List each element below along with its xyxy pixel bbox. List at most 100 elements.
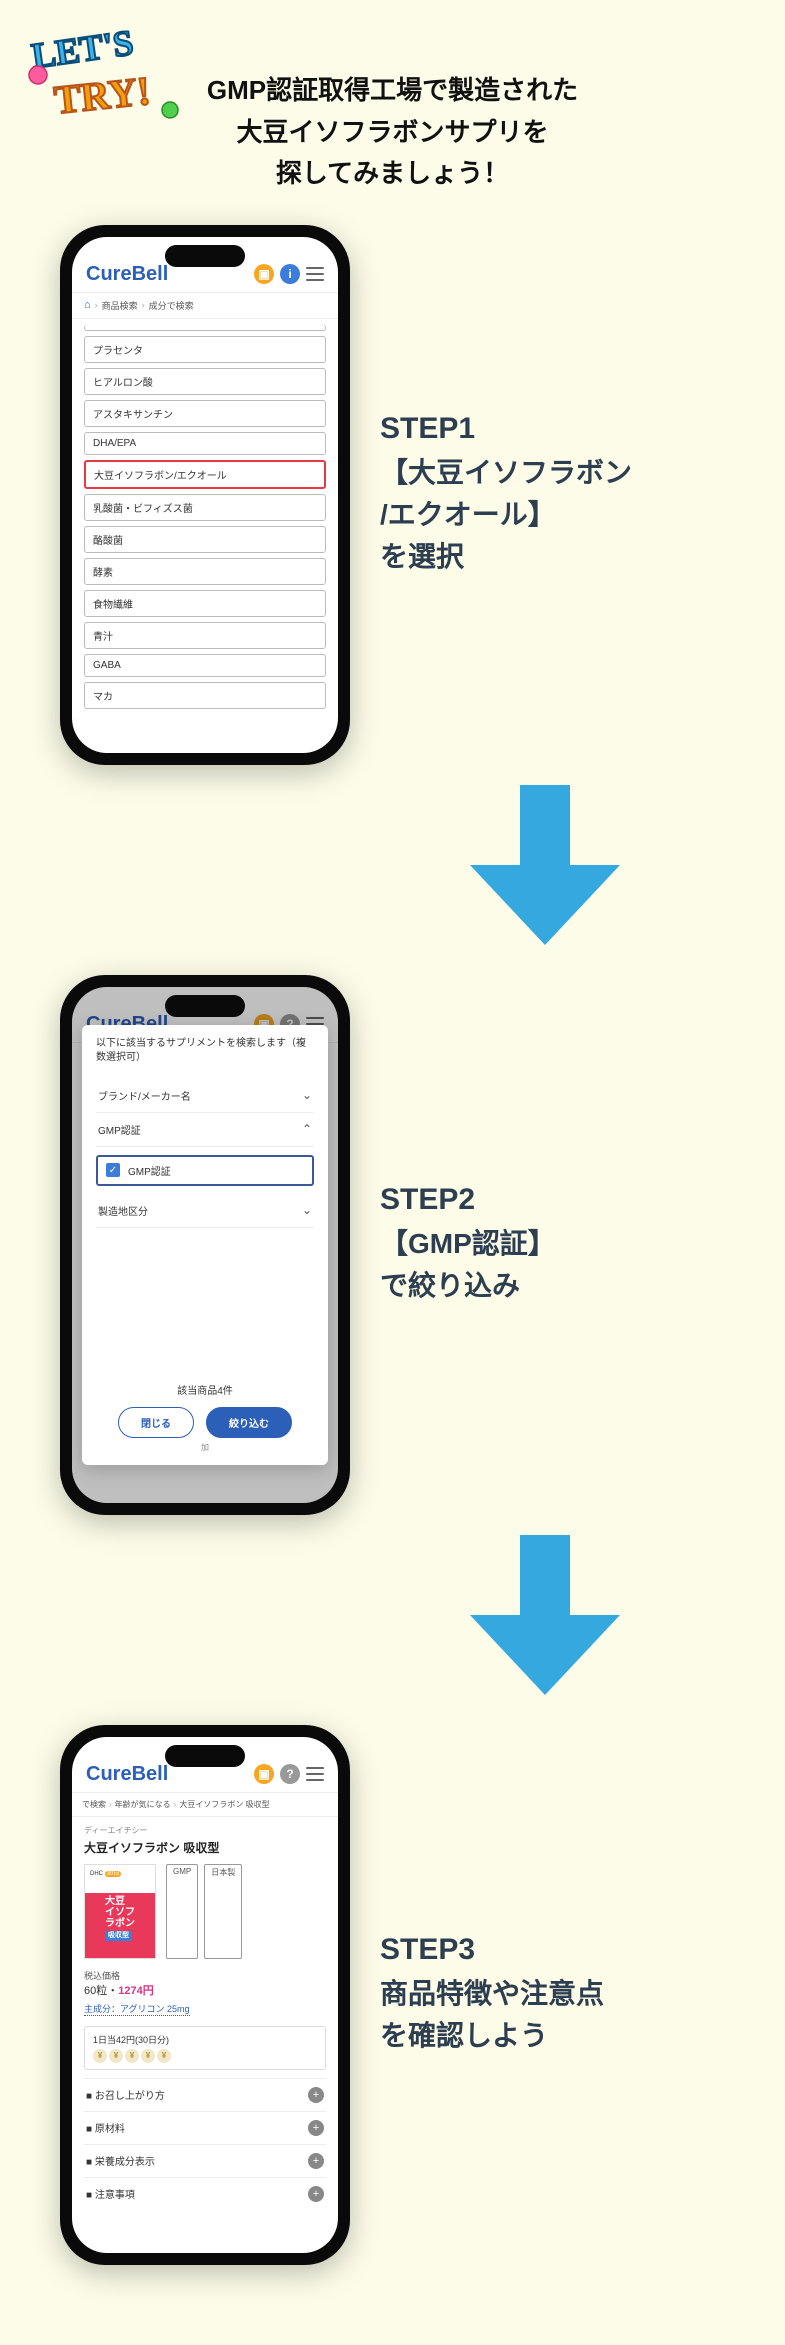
phone-notch: [165, 245, 245, 267]
made-in-japan-badge: 日本製: [204, 1864, 242, 1959]
plus-icon: +: [308, 2153, 324, 2169]
arrow-down-icon: [470, 785, 620, 945]
app-logo[interactable]: CureBell: [86, 1763, 168, 1786]
list-item[interactable]: DHA/EPA: [84, 432, 326, 455]
modal-subtext: 加: [96, 1442, 314, 1453]
step3-text: STEP3 商品特徴や注意点 を確認しよう: [380, 1933, 755, 2057]
bc-item[interactable]: 成分で検索: [149, 299, 194, 312]
menu-icon[interactable]: [306, 267, 324, 281]
home-icon[interactable]: ⌂: [84, 299, 91, 311]
product-brand: ディーエイチシー: [84, 1825, 326, 1836]
ingredient-list: プラセンタ ヒアルロン酸 アスタキサンチン DHA/EPA 大豆イソフラボン/エ…: [72, 319, 338, 715]
product-image[interactable]: DHC 30日 大豆 イソフ ラボン 吸収型: [84, 1864, 156, 1959]
chevron-down-icon: ⌄: [302, 1203, 312, 1217]
filter-modal: 以下に該当するサプリメントを検索します（複数選択可） ブランド/メーカー名 ⌄ …: [82, 1025, 328, 1465]
phone-mockup-3: CureBell ▣ ? で検索› 年齢が気になる› 大豆イソフラボン 吸収型 …: [60, 1725, 350, 2265]
step-label: STEP3: [380, 1933, 755, 1967]
list-item[interactable]: 青汁: [84, 622, 326, 649]
list-item[interactable]: GABA: [84, 654, 326, 677]
filter-brand[interactable]: ブランド/メーカー名 ⌄: [96, 1079, 314, 1113]
accordion-item[interactable]: ■ 原材料+: [84, 2111, 326, 2144]
breadcrumb: で検索› 年齢が気になる› 大豆イソフラボン 吸収型: [72, 1793, 338, 1817]
phone-notch: [165, 995, 245, 1017]
svg-text:LET'S: LET'S: [29, 22, 136, 76]
breadcrumb: ⌂ › 商品検索 › 成分で検索: [72, 293, 338, 319]
plus-icon: +: [308, 2120, 324, 2136]
step-desc-line: 商品特徴や注意点: [380, 1973, 755, 2015]
list-item[interactable]: マカ: [84, 682, 326, 709]
gmp-badge: GMP: [166, 1864, 198, 1959]
product-badges: GMP 日本製: [166, 1864, 242, 1959]
step2-row: CureBell ▣ ? 以下に該当するサプリメントを検索します（複数選択可） …: [30, 975, 755, 1515]
plus-icon: +: [308, 2087, 324, 2103]
accordion-item[interactable]: ■ 注意事項+: [84, 2177, 326, 2210]
phone-notch: [165, 1745, 245, 1767]
chevron-down-icon: ⌄: [302, 1088, 312, 1102]
bc-item[interactable]: 大豆イソフラボン 吸収型: [179, 1799, 269, 1810]
modal-footer: 該当商品4件 閉じる 絞り込む 加: [96, 1382, 314, 1453]
accordion-item[interactable]: ■ お召し上がり方+: [84, 2078, 326, 2111]
list-item-highlighted[interactable]: 大豆イソフラボン/エクオール: [84, 460, 326, 489]
list-item[interactable]: アスタキサンチン: [84, 400, 326, 427]
hero-line3: 探してみましょう！: [30, 153, 755, 195]
yen-icon: ¥: [141, 2049, 155, 2063]
step3-row: CureBell ▣ ? で検索› 年齢が気になる› 大豆イソフラボン 吸収型 …: [30, 1725, 755, 2265]
step-desc-line: で絞り込み: [380, 1265, 755, 1307]
price-section: 税込価格 60粒・1274円 主成分：アグリコン 25mg: [84, 1969, 326, 2016]
list-item[interactable]: [84, 325, 326, 331]
filter-label: GMP認証: [98, 1122, 141, 1137]
filter-label: 製造地区分: [98, 1203, 148, 1218]
daily-cost-text: 1日当42円(30日分): [93, 2033, 317, 2046]
accordion: ■ お召し上がり方+ ■ 原材料+ ■ 栄養成分表示+ ■ 注意事項+: [84, 2078, 326, 2210]
list-item[interactable]: 乳酸菌・ビフィズス菌: [84, 494, 326, 521]
list-item[interactable]: ヒアルロン酸: [84, 368, 326, 395]
modal-title: 以下に該当するサプリメントを検索します（複数選択可）: [96, 1037, 314, 1065]
step1-row: CureBell ▣ i ⌂ › 商品検索 › 成分で検索 プラセン: [30, 225, 755, 765]
close-button[interactable]: 閉じる: [118, 1407, 194, 1438]
list-item[interactable]: プラセンタ: [84, 336, 326, 363]
yen-icon: ¥: [109, 2049, 123, 2063]
list-item[interactable]: 酪酸菌: [84, 526, 326, 553]
arrow-down-icon: [470, 1535, 620, 1695]
chevron-up-icon: ⌃: [302, 1122, 312, 1136]
step-desc-line: 【大豆イソフラボン: [380, 452, 755, 494]
help-icon[interactable]: ?: [280, 1764, 300, 1784]
step-desc-line: を確認しよう: [380, 2015, 755, 2057]
svg-text:TRY!: TRY!: [52, 68, 153, 123]
checkbox-label: GMP認証: [128, 1163, 171, 1178]
checkbox-checked-icon[interactable]: ✓: [106, 1163, 120, 1177]
phone-mockup-1: CureBell ▣ i ⌂ › 商品検索 › 成分で検索 プラセン: [60, 225, 350, 765]
plus-icon: +: [308, 2186, 324, 2202]
lets-try-badge: LET'S TRY!: [20, 15, 190, 145]
price-value: 1274円: [118, 1985, 153, 1997]
step-label: STEP1: [380, 412, 755, 446]
main-ingredient[interactable]: 主成分：アグリコン 25mg: [84, 2002, 190, 2016]
phone-mockup-2: CureBell ▣ ? 以下に該当するサプリメントを検索します（複数選択可） …: [60, 975, 350, 1515]
bc-item[interactable]: で検索: [82, 1799, 106, 1810]
bookmark-icon[interactable]: ▣: [254, 264, 274, 284]
cost-rating: ¥ ¥ ¥ ¥ ¥: [93, 2049, 317, 2063]
filter-gmp[interactable]: GMP認証 ⌃: [96, 1113, 314, 1147]
info-icon[interactable]: i: [280, 264, 300, 284]
list-item[interactable]: 酵素: [84, 558, 326, 585]
yen-icon: ¥: [125, 2049, 139, 2063]
filter-region[interactable]: 製造地区分 ⌄: [96, 1194, 314, 1228]
accordion-item[interactable]: ■ 栄養成分表示+: [84, 2144, 326, 2177]
menu-icon[interactable]: [306, 1767, 324, 1781]
step2-text: STEP2 【GMP認証】 で絞り込み: [380, 1183, 755, 1307]
price-label: 税込価格: [84, 1969, 326, 1982]
bookmark-icon[interactable]: ▣: [254, 1764, 274, 1784]
step-desc-line: を選択: [380, 536, 755, 578]
hero-section: LET'S TRY! GMP認証取得工場で製造された 大豆イソフラボンサプリを …: [30, 20, 755, 195]
step-desc-line: 【GMP認証】: [380, 1223, 755, 1265]
app-logo[interactable]: CureBell: [86, 263, 168, 286]
list-item[interactable]: 食物繊維: [84, 590, 326, 617]
bc-item[interactable]: 商品検索: [102, 299, 138, 312]
daily-cost-box: 1日当42円(30日分) ¥ ¥ ¥ ¥ ¥: [84, 2026, 326, 2070]
apply-filter-button[interactable]: 絞り込む: [206, 1407, 292, 1438]
gmp-checkbox-row[interactable]: ✓ GMP認証: [96, 1155, 314, 1186]
step1-text: STEP1 【大豆イソフラボン /エクオール】 を選択: [380, 412, 755, 578]
bc-item[interactable]: 年齢が気になる: [115, 1799, 171, 1810]
product-detail: ディーエイチシー 大豆イソフラボン 吸収型 DHC 30日 大豆 イソフ ラボン…: [72, 1817, 338, 2218]
yen-icon: ¥: [93, 2049, 107, 2063]
